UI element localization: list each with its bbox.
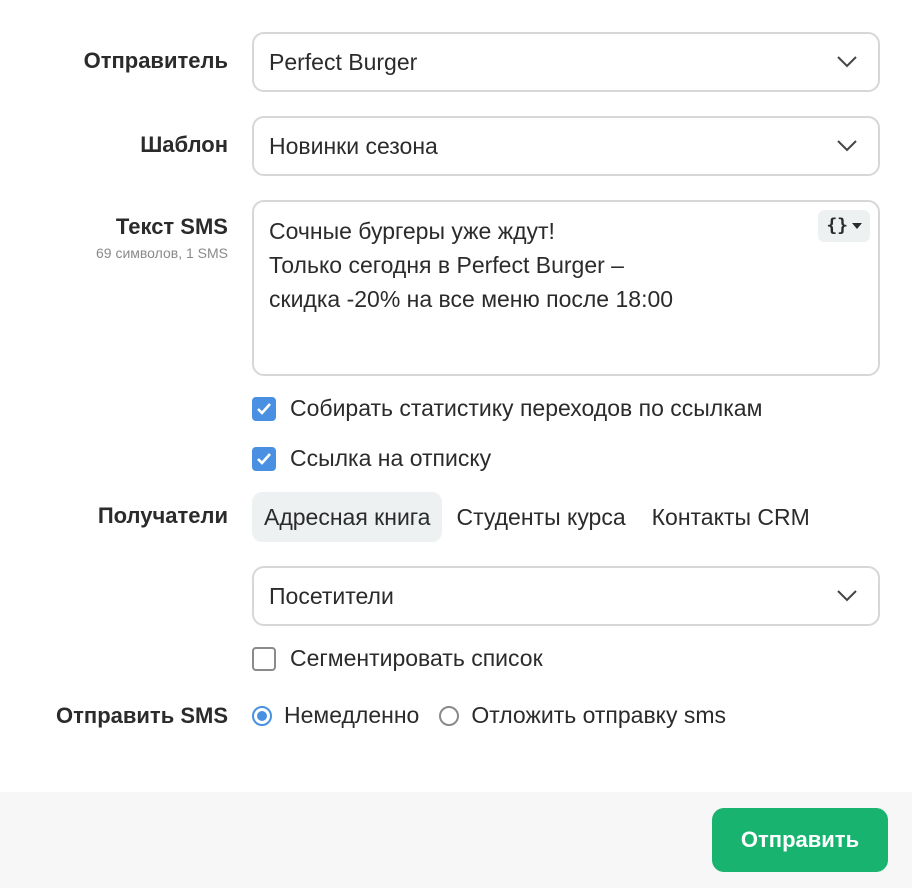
send-time-options: Немедленно Отложить отправку sms (252, 702, 746, 729)
recipients-label: Получатели (97, 503, 228, 528)
chevron-down-icon (837, 56, 857, 68)
insert-variable-button[interactable]: {} (818, 210, 870, 242)
send-time-label: Отправить SMS (56, 703, 228, 728)
recipient-list-select[interactable]: Посетители (252, 566, 880, 626)
sms-counter: 69 символов, 1 SMS (95, 245, 228, 261)
schedule-send-radio[interactable]: Отложить отправку sms (439, 702, 726, 729)
tab-crm-contacts[interactable]: Контакты CRM (640, 492, 822, 542)
chevron-down-icon (837, 140, 857, 152)
chevron-down-icon (837, 590, 857, 602)
radio-unselected-icon (439, 705, 460, 726)
checkbox-checked-icon (252, 396, 276, 421)
caret-down-icon (852, 223, 862, 229)
send-button[interactable]: Отправить (712, 808, 888, 872)
schedule-send-label: Отложить отправку sms (471, 702, 727, 728)
recipient-list-value: Посетители (269, 582, 394, 609)
template-label: Шаблон (140, 132, 228, 157)
unsubscribe-link-checkbox[interactable]: Ссылка на отписку (252, 445, 491, 472)
track-clicks-checkbox[interactable]: Собирать статистику переходов по ссылкам (252, 395, 762, 422)
sender-label: Отправитель (83, 48, 228, 73)
radio-selected-icon (252, 705, 272, 726)
unsubscribe-link-label: Ссылка на отписку (290, 445, 492, 471)
sms-text-label: Текст SMS (115, 214, 228, 239)
sms-textarea[interactable]: Сочные бургеры уже ждут! Только сегодня … (252, 200, 880, 376)
tab-course-students[interactable]: Студенты курса (444, 492, 637, 542)
track-clicks-label: Собирать статистику переходов по ссылкам (290, 395, 763, 421)
sms-text-line: скидка -20% на все меню после 18:00 (269, 286, 674, 312)
template-select-value: Новинки сезона (269, 132, 438, 159)
sender-select-value: Perfect Burger (269, 48, 418, 75)
tab-address-book[interactable]: Адресная книга (252, 492, 443, 542)
send-now-label: Немедленно (284, 702, 420, 728)
segment-list-checkbox[interactable]: Сегментировать список (252, 645, 543, 672)
checkbox-unchecked-icon (252, 646, 276, 671)
segment-list-label: Сегментировать список (290, 645, 543, 671)
braces-icon: {} (826, 215, 848, 236)
sms-text-line: Сочные бургеры уже ждут! (269, 218, 555, 244)
send-now-radio[interactable]: Немедленно (252, 702, 419, 729)
checkbox-checked-icon (252, 446, 276, 471)
recipients-tabs: Адресная книга Студенты курса Контакты C… (252, 492, 824, 542)
sms-text-line: Только сегодня в Perfect Burger – (269, 252, 624, 278)
sender-select[interactable]: Perfect Burger (252, 32, 880, 92)
template-select[interactable]: Новинки сезона (252, 116, 880, 176)
